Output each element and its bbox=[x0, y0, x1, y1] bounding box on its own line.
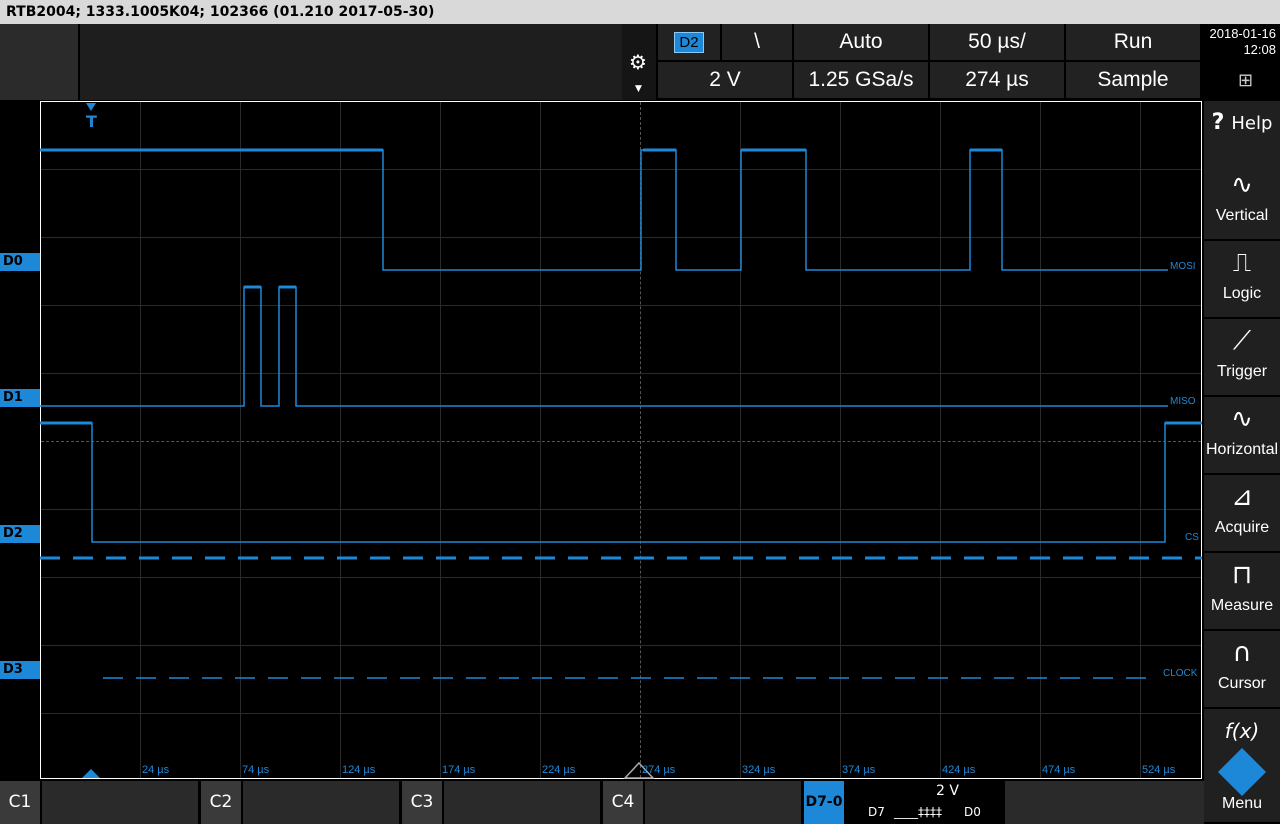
channel-c4-tag: C4 bbox=[603, 781, 643, 824]
logic-group-d7-0[interactable]: D7-0 2 V D7 ____‡‡‡‡ D0 bbox=[804, 781, 1004, 824]
trigger-label-side: Trigger bbox=[1216, 363, 1268, 380]
trigger-icon: ⟋ bbox=[1232, 326, 1252, 356]
logic-group-range-from: D7 bbox=[868, 805, 885, 819]
rs-logo-icon bbox=[1217, 747, 1267, 797]
channel-c4-body bbox=[645, 781, 801, 824]
signal-label-miso: MISO bbox=[1170, 396, 1196, 407]
logic-group-body: 2 V D7 ____‡‡‡‡ D0 bbox=[846, 781, 1002, 824]
measure-icon: ⊓ bbox=[1231, 560, 1253, 590]
horizontal-button[interactable]: ∿ Horizontal bbox=[1204, 397, 1280, 475]
time-label: 124 µs bbox=[342, 764, 376, 776]
signal-label-cs: CS bbox=[1185, 532, 1199, 543]
help-icon: ? Help bbox=[1211, 110, 1273, 135]
channel-c3-tag: C3 bbox=[402, 781, 442, 824]
horizontal-icon: ∿ bbox=[1231, 404, 1253, 434]
menu-label: Menu bbox=[1221, 795, 1263, 812]
acquire-icon: ⊿ bbox=[1231, 482, 1253, 512]
channel-c4[interactable]: C4 bbox=[603, 781, 803, 824]
vertical-button[interactable]: ∿ Vertical bbox=[1204, 163, 1280, 241]
time-label: 374 µs bbox=[842, 764, 876, 776]
channel-c2-body bbox=[243, 781, 399, 824]
time-label: 174 µs bbox=[442, 764, 476, 776]
channel-c3[interactable]: C3 bbox=[402, 781, 602, 824]
measure-label: Measure bbox=[1210, 597, 1274, 614]
trace-miso bbox=[40, 286, 1168, 407]
time-label: 74 µs bbox=[242, 764, 270, 776]
acquire-button[interactable]: ⊿ Acquire bbox=[1204, 475, 1280, 553]
signal-label-clock: CLOCK bbox=[1163, 668, 1198, 679]
waveform-traces bbox=[40, 103, 1202, 779]
cursor-label: Cursor bbox=[1217, 675, 1266, 692]
cursor-icon: ∩ bbox=[1232, 638, 1252, 668]
empty-slot bbox=[1005, 781, 1204, 824]
logic-group-range-to: D0 bbox=[964, 805, 981, 819]
horizontal-label: Horizontal bbox=[1205, 441, 1279, 458]
acquire-label: Acquire bbox=[1214, 519, 1270, 536]
time-label: 24 µs bbox=[142, 764, 170, 776]
trace-mosi bbox=[40, 149, 1168, 271]
channel-c3-body bbox=[444, 781, 600, 824]
trigger-button[interactable]: ⟋ Trigger bbox=[1204, 319, 1280, 397]
channel-c2-tag: C2 bbox=[201, 781, 241, 824]
logic-button[interactable]: ⎍ Logic bbox=[1204, 241, 1280, 319]
time-label: 474 µs bbox=[1042, 764, 1076, 776]
time-label: 224 µs bbox=[542, 764, 576, 776]
sidebar: ? Help ∿ Vertical ⎍ Logic ⟋ Trigger ∿ Ho… bbox=[1204, 101, 1280, 824]
trace-cs bbox=[40, 422, 1202, 543]
logic-icon: ⎍ bbox=[1232, 248, 1252, 278]
time-label: 324 µs bbox=[742, 764, 776, 776]
menu-button[interactable]: f(x) Menu bbox=[1204, 709, 1280, 824]
measure-button[interactable]: ⊓ Measure bbox=[1204, 553, 1280, 631]
logic-group-pattern: ____‡‡‡‡ bbox=[894, 805, 942, 819]
signal-label-mosi: MOSI bbox=[1170, 261, 1196, 272]
cursor-button[interactable]: ∩ Cursor bbox=[1204, 631, 1280, 709]
logic-group-scale: 2 V bbox=[936, 783, 959, 799]
logic-group-tag: D7-0 bbox=[804, 781, 844, 824]
vertical-label: Vertical bbox=[1215, 207, 1269, 224]
vertical-icon: ∿ bbox=[1231, 170, 1253, 200]
channel-c2[interactable]: C2 bbox=[201, 781, 401, 824]
time-label: 274 µs bbox=[642, 764, 676, 776]
time-label: 524 µs bbox=[1142, 764, 1176, 776]
time-label: 424 µs bbox=[942, 764, 976, 776]
trigger-marker bbox=[86, 103, 96, 111]
logic-label: Logic bbox=[1222, 285, 1262, 302]
channel-c1-body bbox=[42, 781, 198, 824]
horizontal-position-marker bbox=[82, 769, 100, 778]
channel-c1-tag: C1 bbox=[0, 781, 40, 824]
function-icon: f(x) bbox=[1224, 719, 1260, 743]
channel-c1[interactable]: C1 bbox=[0, 781, 200, 824]
trigger-label: T bbox=[86, 112, 97, 131]
